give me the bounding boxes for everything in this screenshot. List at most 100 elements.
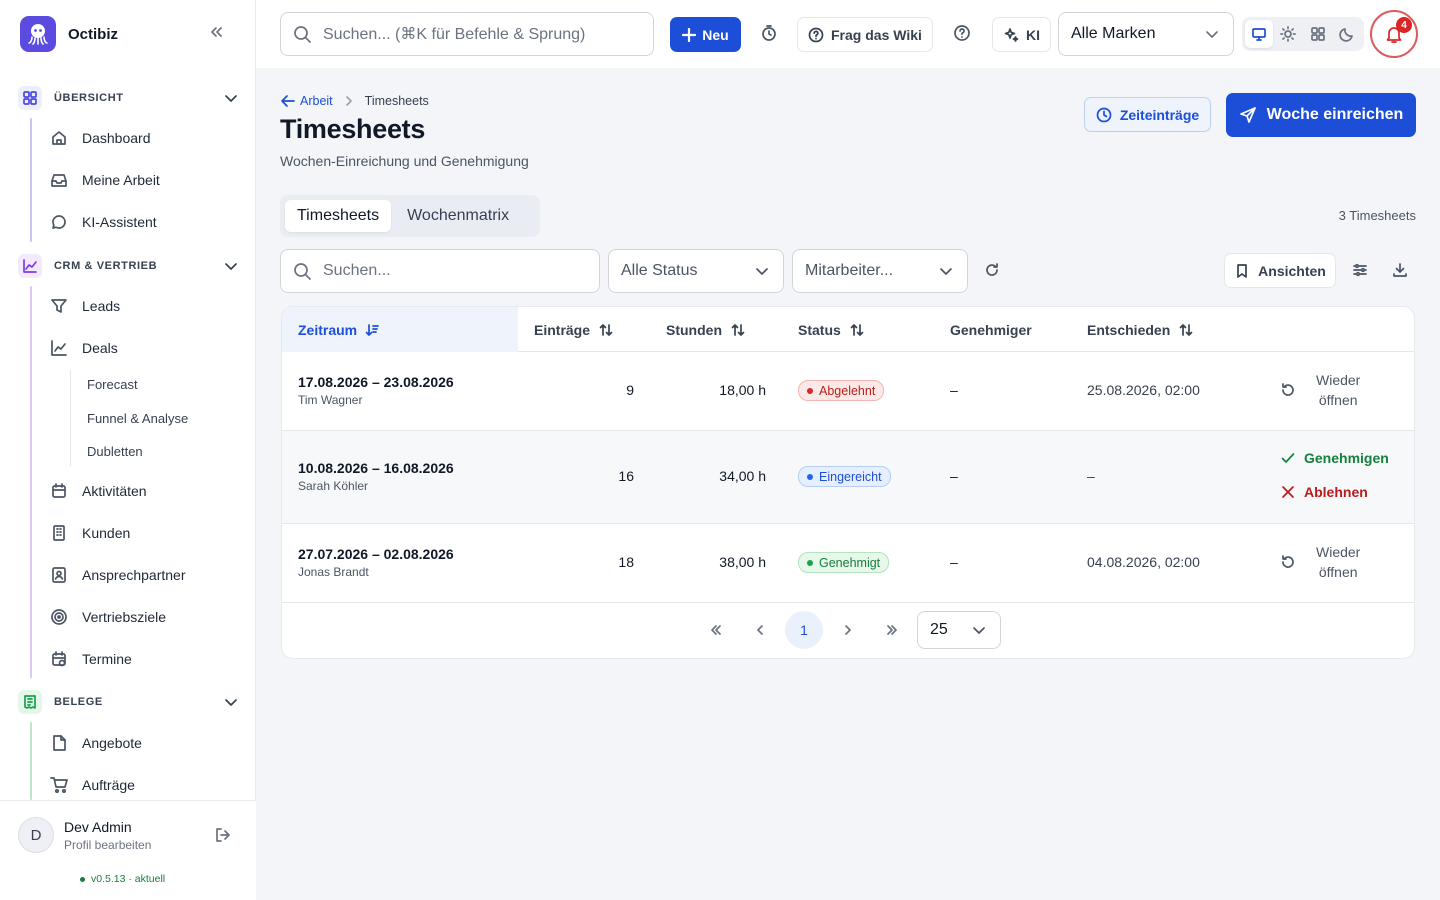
global-search-input[interactable]: Suchen... (⌘K für Befehle & Sprung) <box>280 12 654 56</box>
sub-line <box>70 370 71 466</box>
table-search-input[interactable]: Suchen... <box>280 249 600 293</box>
reopen-button[interactable]: Wieder öffnen <box>1280 370 1360 410</box>
timer-icon[interactable] <box>760 24 778 42</box>
monitor-icon[interactable] <box>1245 20 1273 48</box>
moon-icon[interactable] <box>1334 20 1362 48</box>
entries-cell: 18 <box>618 554 634 570</box>
person-text: Sarah Köhler <box>298 479 369 493</box>
trend-chart-icon <box>18 254 42 278</box>
next-page-icon[interactable] <box>829 611 867 649</box>
brand[interactable]: Octibiz <box>20 16 118 52</box>
section-uebersicht[interactable]: ÜBERSICHT <box>18 86 240 110</box>
section-belege[interactable]: BELEGE <box>18 690 240 714</box>
brand-select[interactable]: Alle Marken <box>1058 12 1234 56</box>
grid-layout-icon[interactable] <box>1304 20 1332 48</box>
sidebar-subitem-funnel[interactable]: Funnel & Analyse <box>87 411 188 426</box>
line-chart-icon <box>51 340 67 356</box>
approver-cell: – <box>950 468 958 484</box>
sidebar-item-ki-assistent[interactable]: KI-Assistent <box>50 211 157 233</box>
sidebar-item-angebote[interactable]: Angebote <box>50 732 142 754</box>
last-page-icon[interactable] <box>873 611 911 649</box>
breadcrumb-back-link[interactable]: Arbeit <box>280 93 333 109</box>
sidebar-subitem-forecast[interactable]: Forecast <box>87 377 138 392</box>
header-zeitraum[interactable]: Zeitraum <box>282 307 518 352</box>
sidebar-item-label: Dashboard <box>82 130 151 146</box>
chat-bot-icon <box>52 215 66 229</box>
header-label: Stunden <box>666 321 722 338</box>
tab-wochenmatrix[interactable]: Wochenmatrix <box>395 200 521 232</box>
header-eintraege[interactable]: Einträge <box>534 307 614 352</box>
reject-button[interactable]: Ablehnen <box>1280 484 1368 500</box>
collapse-sidebar-icon[interactable] <box>208 24 224 40</box>
submit-week-button[interactable]: Woche einreichen <box>1226 93 1416 137</box>
edit-profile-link[interactable]: Profil bearbeiten <box>64 838 151 852</box>
table-row[interactable]: 17.08.2026 – 23.08.2026 Tim Wagner 9 18,… <box>282 352 1414 431</box>
time-entries-button[interactable]: Zeiteinträge <box>1084 97 1211 132</box>
target-icon <box>51 609 67 625</box>
views-button[interactable]: Ansichten <box>1224 253 1336 288</box>
notifications-button[interactable]: 4 <box>1370 10 1418 58</box>
new-button[interactable]: Neu <box>670 17 741 52</box>
table-row[interactable]: 10.08.2026 – 16.08.2026 Sarah Köhler 16 … <box>282 431 1414 524</box>
download-icon[interactable] <box>1392 262 1408 278</box>
sidebar-item-label: Leads <box>82 298 121 314</box>
views-label: Ansichten <box>1258 262 1326 279</box>
first-page-icon[interactable] <box>697 611 735 649</box>
chevron-down-icon <box>756 268 768 275</box>
help-icon[interactable] <box>953 24 971 42</box>
status-badge: Genehmigt <box>798 552 890 573</box>
sliders-icon[interactable] <box>1352 262 1368 278</box>
page-number[interactable]: 1 <box>785 611 823 649</box>
section-line <box>30 118 32 242</box>
sidebar-item-ansprechpartner[interactable]: Ansprechpartner <box>50 564 186 586</box>
header-stunden[interactable]: Stunden <box>666 307 746 352</box>
header-entschieden[interactable]: Entschieden <box>1087 307 1194 352</box>
sidebar-item-kunden[interactable]: Kunden <box>50 522 130 544</box>
plus-icon <box>682 27 697 42</box>
user-name[interactable]: Dev Admin <box>64 819 132 835</box>
approve-label: Genehmigen <box>1304 450 1389 466</box>
sparkles-icon <box>1004 27 1019 42</box>
cart-icon <box>50 777 68 794</box>
section-label: BELEGE <box>54 696 103 708</box>
avatar[interactable]: D <box>18 817 54 853</box>
chevron-right-icon <box>345 96 352 106</box>
reopen-label: Wieder öffnen <box>1316 542 1360 582</box>
section-label: ÜBERSICHT <box>54 92 124 104</box>
page-size-select[interactable]: 25 <box>917 611 1001 649</box>
approve-button[interactable]: Genehmigen <box>1280 450 1389 466</box>
section-crm-vertrieb[interactable]: CRM & VERTRIEB <box>18 254 240 278</box>
tab-timesheets[interactable]: Timesheets <box>285 200 392 232</box>
ai-button[interactable]: KI <box>992 17 1051 52</box>
employee-filter-select[interactable]: Mitarbeiter... <box>792 249 968 293</box>
ask-wiki-button[interactable]: Frag das Wiki <box>797 17 933 52</box>
sidebar-item-dashboard[interactable]: Dashboard <box>50 127 151 149</box>
status-filter-select[interactable]: Alle Status <box>608 249 784 293</box>
prev-page-icon[interactable] <box>741 611 779 649</box>
hours-cell: 34,00 h <box>719 468 766 484</box>
search-icon <box>294 26 311 43</box>
table-row[interactable]: 27.07.2026 – 02.08.2026 Jonas Brandt 18 … <box>282 524 1414 603</box>
sidebar-subitem-dubletten[interactable]: Dubletten <box>87 444 143 459</box>
sidebar-item-leads[interactable]: Leads <box>50 295 120 317</box>
version-text: v0.5.13 · aktuell <box>91 873 166 885</box>
octopus-logo-icon <box>20 16 56 52</box>
sidebar-item-aktivitaeten[interactable]: Aktivitäten <box>50 480 147 502</box>
sort-desc-icon <box>365 323 379 336</box>
period-cell: 10.08.2026 – 16.08.2026 Sarah Köhler <box>298 460 454 493</box>
reopen-button[interactable]: Wieder öffnen <box>1280 542 1360 582</box>
sidebar-item-termine[interactable]: Termine <box>50 648 132 670</box>
sidebar-item-deals[interactable]: Deals <box>50 337 118 359</box>
sidebar-item-vertriebsziele[interactable]: Vertriebsziele <box>50 606 166 628</box>
ai-label: KI <box>1026 26 1040 43</box>
logout-icon[interactable] <box>214 826 232 844</box>
employee-filter-placeholder: Mitarbeiter... <box>805 262 894 279</box>
header-status[interactable]: Status <box>798 307 865 352</box>
sidebar-item-auftraege[interactable]: Aufträge <box>50 774 135 796</box>
sidebar-item-meine-arbeit[interactable]: Meine Arbeit <box>50 169 160 191</box>
clock-icon <box>1096 107 1112 122</box>
header-genehmiger: Genehmiger <box>950 307 1032 352</box>
sun-icon[interactable] <box>1275 20 1303 48</box>
refresh-icon[interactable] <box>984 262 1000 278</box>
period-text: 27.07.2026 – 02.08.2026 <box>298 546 454 562</box>
